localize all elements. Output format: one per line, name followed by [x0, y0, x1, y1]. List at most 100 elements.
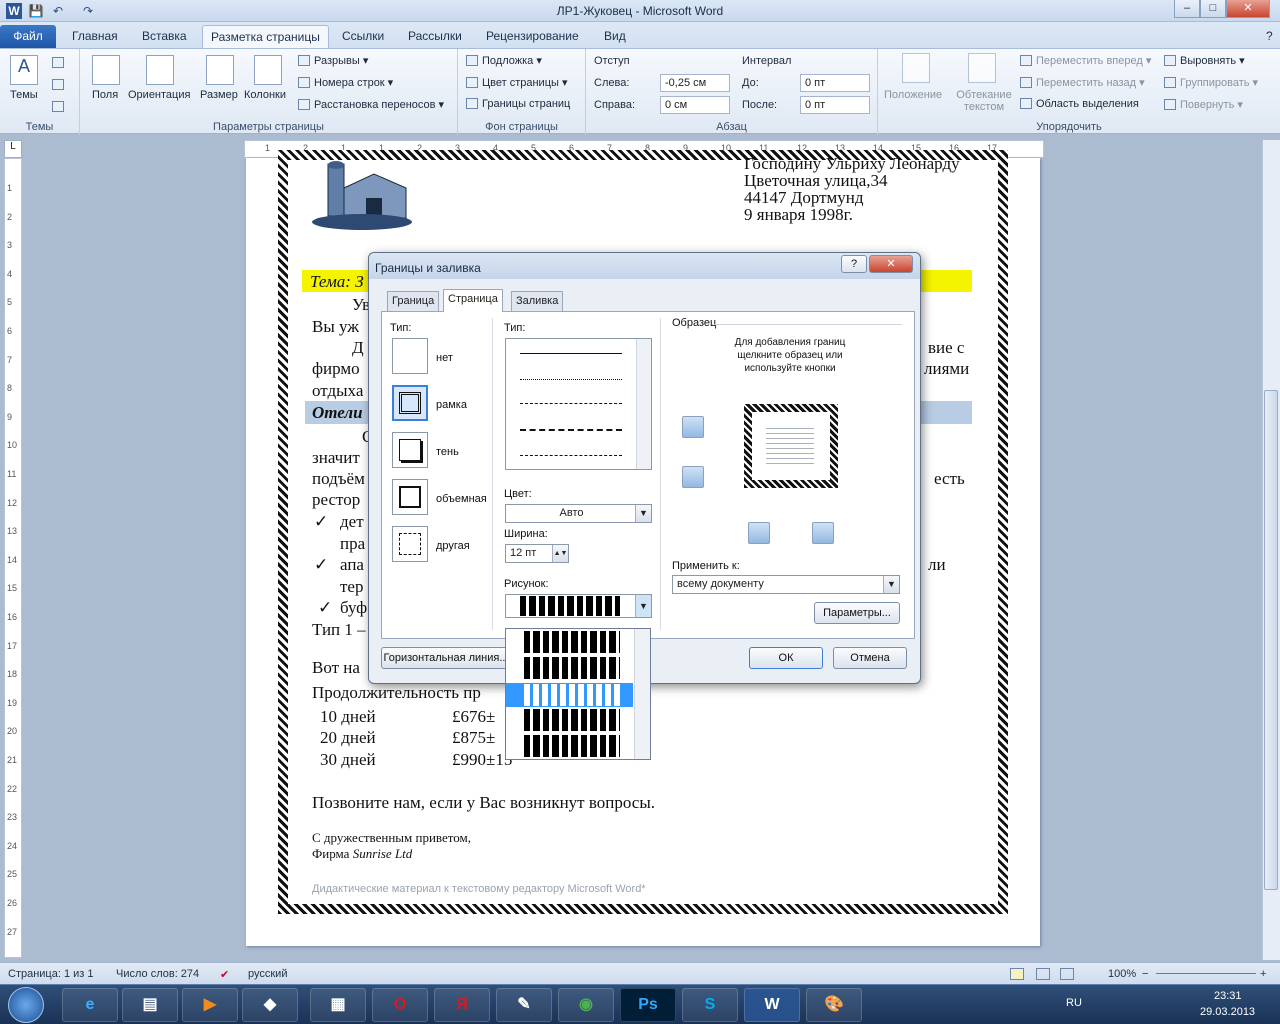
right-border-button[interactable] — [812, 522, 834, 544]
options-button[interactable]: Параметры... — [814, 602, 900, 624]
chevron-down-icon[interactable]: ▼ — [883, 576, 899, 593]
photoshop-icon[interactable]: Ps — [620, 988, 676, 1022]
setting-custom-label[interactable]: другая — [436, 540, 470, 552]
tab-border[interactable]: Граница — [387, 291, 440, 311]
paint-icon[interactable]: 🎨 — [806, 988, 862, 1022]
setting-box-label[interactable]: рамка — [436, 399, 467, 411]
art-option[interactable] — [524, 657, 620, 679]
orientation-icon[interactable] — [146, 55, 174, 85]
top-border-button[interactable] — [682, 416, 704, 438]
chevron-down-icon[interactable]: ▼ — [635, 595, 651, 617]
page-color-button[interactable]: Цвет страницы ▾ — [466, 76, 567, 89]
language[interactable]: русский — [248, 968, 287, 980]
tab-mailings[interactable]: Рассылки — [400, 25, 470, 48]
tab-review[interactable]: Рецензирование — [478, 25, 587, 48]
color-select[interactable]: Авто ▼ — [505, 504, 652, 523]
cancel-button[interactable]: Отмена — [833, 647, 907, 669]
art-option[interactable] — [524, 735, 620, 757]
app-icon[interactable]: ◆ — [242, 988, 298, 1022]
tab-home[interactable]: Главная — [64, 25, 126, 48]
minimize-button[interactable]: – — [1174, 0, 1200, 18]
zoom-slider[interactable] — [1156, 973, 1256, 974]
orientation-button[interactable]: Ориентация — [128, 89, 190, 101]
ruler-tab-selector[interactable]: L — [4, 140, 22, 158]
theme-effects-icon[interactable] — [52, 101, 64, 112]
hyphenation-button[interactable]: Расстановка переносов ▾ — [298, 98, 444, 111]
word-taskbar-icon[interactable]: W — [744, 988, 800, 1022]
tab-page-border[interactable]: Страница — [443, 289, 503, 312]
clock-time[interactable]: 23:31 — [1214, 990, 1242, 1002]
notepad-icon[interactable]: ✎ — [496, 988, 552, 1022]
theme-colors-icon[interactable] — [52, 57, 64, 68]
zoom-level[interactable]: 100% — [1108, 968, 1136, 980]
margins-icon[interactable] — [92, 55, 120, 85]
spacing-after-input[interactable]: 0 пт — [800, 96, 870, 114]
margins-button[interactable]: Поля — [92, 89, 118, 101]
dialog-help-button[interactable]: ? — [841, 255, 867, 273]
help-icon[interactable]: ? — [1258, 25, 1280, 48]
art-option[interactable] — [524, 709, 620, 731]
zoom-in-button[interactable]: + — [1260, 968, 1266, 980]
breaks-button[interactable]: Разрывы ▾ — [298, 54, 368, 67]
rotate-button[interactable]: Повернуть ▾ — [1164, 98, 1243, 111]
art-option[interactable] — [524, 631, 620, 653]
tab-insert[interactable]: Вставка — [134, 25, 195, 48]
setting-3d-icon[interactable] — [392, 479, 428, 515]
themes-icon[interactable]: A — [10, 55, 38, 85]
spacing-before-input[interactable]: 0 пт — [800, 74, 870, 92]
start-button[interactable] — [8, 987, 44, 1023]
maximize-button[interactable]: □ — [1200, 0, 1226, 18]
setting-box-icon[interactable] — [392, 385, 428, 421]
page-count[interactable]: Страница: 1 из 1 — [8, 968, 94, 980]
indent-left-input[interactable]: -0,25 см — [660, 74, 730, 92]
ie-icon[interactable]: e — [62, 988, 118, 1022]
columns-button[interactable]: Колонки — [244, 89, 286, 101]
art-option-selected[interactable] — [506, 683, 633, 707]
indent-right-input[interactable]: 0 см — [660, 96, 730, 114]
word-count[interactable]: Число слов: 274 — [116, 968, 199, 980]
horizontal-line-button[interactable]: Горизонтальная линия... — [381, 647, 511, 669]
art-select[interactable]: ▼ — [505, 594, 652, 618]
media-player-icon[interactable]: ▶ — [182, 988, 238, 1022]
wrap-text-button[interactable]: Обтекание текстом — [954, 89, 1014, 113]
tab-references[interactable]: Ссылки — [334, 25, 392, 48]
send-backward-button[interactable]: Переместить назад ▾ — [1020, 76, 1145, 89]
dialog-close-button[interactable]: ✕ — [869, 255, 913, 273]
setting-shadow-icon[interactable] — [392, 432, 428, 468]
ok-button[interactable]: ОК — [749, 647, 823, 669]
input-language[interactable]: RU — [1066, 997, 1082, 1009]
line-style-solid[interactable] — [520, 353, 622, 354]
close-window-button[interactable]: ✕ — [1226, 0, 1270, 18]
zoom-out-button[interactable]: − — [1142, 968, 1148, 980]
spin-icon[interactable]: ▲▼ — [552, 545, 568, 562]
watermark-button[interactable]: Подложка ▾ — [466, 54, 542, 67]
apply-to-select[interactable]: всему документу ▼ — [672, 575, 900, 594]
line-style-list[interactable] — [505, 338, 652, 470]
scrollbar-thumb[interactable] — [1264, 390, 1278, 890]
group-button[interactable]: Группировать ▾ — [1164, 76, 1258, 89]
print-layout-icon[interactable] — [1010, 968, 1024, 980]
art-dropdown-list[interactable] — [505, 628, 651, 760]
bring-forward-button[interactable]: Переместить вперед ▾ — [1020, 54, 1151, 67]
full-screen-icon[interactable] — [1036, 968, 1050, 980]
setting-3d-label[interactable]: объемная — [436, 493, 487, 505]
tab-view[interactable]: Вид — [596, 25, 634, 48]
line-style-scrollbar[interactable] — [636, 339, 651, 469]
setting-shadow-label[interactable]: тень — [436, 446, 459, 458]
selection-pane-button[interactable]: Область выделения — [1020, 98, 1139, 110]
line-style-dashed[interactable] — [520, 403, 622, 404]
picture-viewer-icon[interactable]: ▦ — [310, 988, 366, 1022]
left-border-button[interactable] — [748, 522, 770, 544]
themes-button[interactable]: Темы — [10, 89, 38, 101]
art-list-scrollbar[interactable] — [634, 629, 650, 759]
size-button[interactable]: Размер — [200, 89, 238, 101]
web-layout-icon[interactable] — [1060, 968, 1074, 980]
clock-date[interactable]: 29.03.2013 — [1200, 1006, 1255, 1018]
size-icon[interactable] — [206, 55, 234, 85]
skype-icon[interactable]: S — [682, 988, 738, 1022]
setting-custom-icon[interactable] — [392, 526, 428, 562]
line-style-dotted[interactable] — [520, 379, 622, 380]
vertical-ruler[interactable]: 1 2 3 4 5 6 7 8 9 10 11 12 13 14 15 16 17 18 19 20 21 22 23 24 2… — [4, 158, 22, 958]
opera-icon[interactable]: O — [372, 988, 428, 1022]
proofing-icon[interactable]: ✔ — [220, 968, 229, 981]
